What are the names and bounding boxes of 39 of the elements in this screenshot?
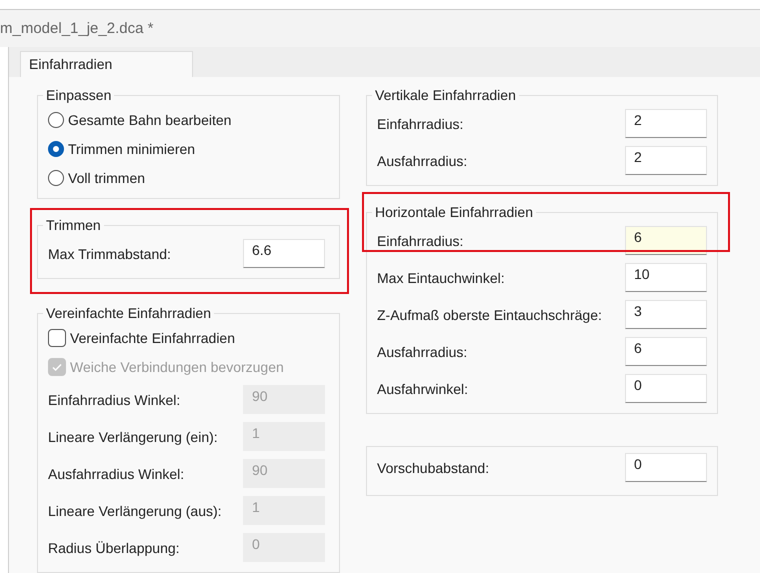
group-title: Vertikale Einfahrradien (374, 87, 517, 103)
field-label: Einfahrradius: (377, 232, 464, 248)
field-label: Ausfahrwinkel: (377, 380, 468, 396)
tab[interactable]: Einfahrradien (20, 51, 194, 77)
input-field[interactable]: 6 (625, 337, 707, 366)
input-field[interactable]: 2 (625, 146, 707, 175)
group-title: Trimmen (45, 217, 102, 233)
radio-button[interactable] (48, 112, 64, 128)
checkbox[interactable] (48, 328, 66, 346)
field-label: Einfahrradius Winkel: (48, 392, 180, 408)
document-title: m_model_1_je_2.dca * (0, 20, 154, 37)
group-title: Horizontale Einfahrradien (374, 204, 534, 220)
field-label: Lineare Verlängerung (aus): (48, 502, 222, 518)
field-label: Ausfahrradius: (377, 344, 468, 360)
field-label: Einfahrradius: (377, 116, 464, 132)
radio-button[interactable] (48, 140, 64, 156)
field-label: Max Eintauchwinkel: (377, 270, 505, 286)
input-field[interactable]: 10 (625, 263, 707, 292)
field-label: Lineare Verlängerung (ein): (48, 428, 218, 444)
input-field[interactable]: 0 (625, 453, 707, 482)
radio-label: Trimmen minimieren (68, 140, 196, 156)
radio-label: Gesamte Bahn bearbeiten (68, 112, 232, 128)
field-label: Vorschubabstand: (377, 460, 490, 476)
checkbox-label: Vereinfachte Einfahrradien (70, 330, 235, 346)
input-field[interactable]: 0 (625, 374, 707, 403)
input-field[interactable]: 2 (625, 109, 707, 138)
input-field[interactable]: 6.6 (243, 239, 325, 268)
field-label: Radius Überlappung: (48, 540, 180, 556)
input-field[interactable]: 3 (625, 300, 707, 329)
field-label: Max Trimmabstand: (48, 246, 171, 262)
field-label: Ausfahrradius Winkel: (48, 466, 184, 482)
field-label: Ausfahrradius: (377, 152, 468, 168)
field-label: Z-Aufmaß oberste Eintauchschräge: (377, 306, 602, 322)
checkbox-label: Weiche Verbindungen bevorzugen (70, 358, 284, 374)
group-title: Einpassen (45, 87, 112, 103)
radio-label: Voll trimmen (68, 170, 146, 186)
input-field[interactable]: 6 (625, 226, 707, 255)
radio-button[interactable] (48, 170, 64, 186)
group-title: Vereinfachte Einfahrradien (45, 305, 212, 321)
